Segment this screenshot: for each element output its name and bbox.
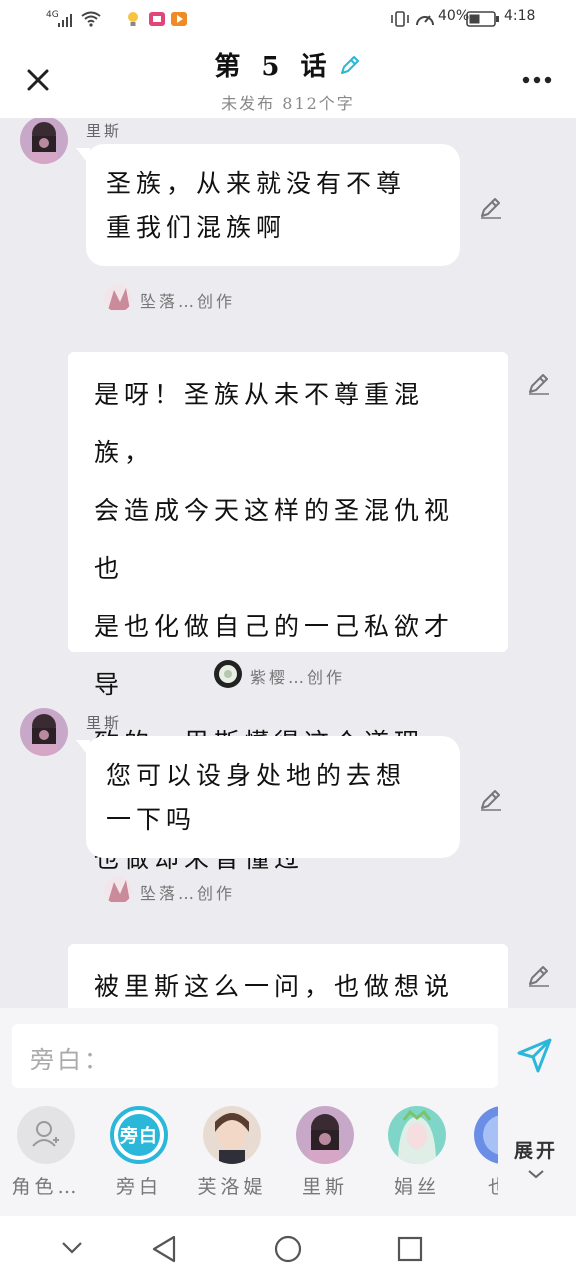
- character-name: 芙洛媞: [197, 1176, 267, 1198]
- narration-line: 是也化做自己的一己私欲才导: [94, 612, 455, 699]
- chapter-title[interactable]: 第 5 话: [214, 46, 332, 83]
- narration-line: 会造成今天这样的圣混仇视也: [94, 496, 455, 583]
- edit-title-icon[interactable]: [338, 53, 362, 77]
- vibrate-icon: [391, 11, 409, 27]
- narration-input[interactable]: 旁白：: [12, 1024, 498, 1088]
- character-avatar: [474, 1106, 498, 1164]
- character-name: 角色…: [11, 1176, 81, 1198]
- message-bubble[interactable]: 您可以设身处地的去想 一下吗: [86, 736, 460, 858]
- video-app-icon: [171, 12, 187, 26]
- author-credit: 紫樱…创作: [250, 668, 346, 687]
- author-avatar: [214, 660, 242, 688]
- wifi-icon: [81, 11, 101, 27]
- character-avatar: [388, 1106, 446, 1164]
- character-avatar: [296, 1106, 354, 1164]
- character-add-role[interactable]: 角色…: [11, 1106, 81, 1199]
- top-bar: 4G 40% 4:18 第 5 话 未发布 812个字: [0, 0, 576, 118]
- character-name: 也: [474, 1172, 498, 1199]
- system-nav-bar: [0, 1216, 576, 1280]
- narrator-avatar: 旁白: [110, 1106, 168, 1164]
- author-credit: 坠落…创作: [140, 884, 236, 903]
- character-fuluoti[interactable]: 芙洛媞: [197, 1106, 267, 1199]
- app-notification-icon: [149, 12, 165, 26]
- character-name: 里斯: [301, 1176, 348, 1198]
- character-juansi[interactable]: 娟丝: [382, 1106, 452, 1199]
- chat-area[interactable]: 里斯 圣族，从来就没有不尊 重我们混族啊 坠落…创作 是呀！圣族从未不尊重混族，…: [0, 118, 576, 1008]
- author-avatar: [104, 876, 132, 904]
- signal-icon: [58, 14, 72, 27]
- character-avatar: [203, 1106, 261, 1164]
- narration-bubble[interactable]: 被里斯这么一问，也做想说什: [68, 944, 508, 1008]
- speaker-name: 里斯: [86, 714, 123, 732]
- recents-icon[interactable]: [397, 1236, 423, 1262]
- narrator-badge: 旁白: [120, 1126, 158, 1147]
- character-name: 旁白: [115, 1176, 162, 1198]
- battery-icon: [466, 11, 499, 27]
- author-avatar: [104, 284, 132, 312]
- edit-message-icon[interactable]: [478, 194, 504, 220]
- chevron-down-icon: [528, 1170, 544, 1179]
- narration-bubble[interactable]: 是呀！圣族从未不尊重混族， 会造成今天这样的圣混仇视也 是也化做自己的一己私欲才…: [68, 352, 508, 873]
- clock: 4:18: [504, 8, 536, 24]
- author-credit: 坠落…创作: [140, 292, 236, 311]
- avatar[interactable]: [20, 118, 68, 164]
- narration-line: 是呀！圣族从未不尊重混族，: [94, 380, 425, 467]
- narration-line: 被里斯这么一问，也做想说什: [94, 972, 455, 1001]
- home-icon[interactable]: [273, 1234, 303, 1264]
- composer: 旁白： 角色… 旁白 旁白 芙洛媞 里斯 娟丝 展开: [0, 1008, 576, 1216]
- character-name: 娟丝: [393, 1176, 440, 1198]
- word-count-status: 未发布 812个字: [221, 94, 355, 113]
- avatar[interactable]: [20, 708, 68, 756]
- bulb-icon: [128, 12, 138, 26]
- message-line: 重我们混族啊: [106, 213, 287, 242]
- character-lisi[interactable]: 里斯: [290, 1106, 360, 1199]
- expand-label: 展开: [514, 1140, 559, 1162]
- more-options-icon[interactable]: [522, 76, 552, 84]
- message-line: 圣族，从来就没有不尊: [106, 169, 407, 198]
- back-icon[interactable]: [150, 1234, 178, 1264]
- edit-message-icon[interactable]: [526, 962, 552, 988]
- speed-gauge-icon: [416, 15, 434, 26]
- edit-message-icon[interactable]: [526, 370, 552, 396]
- add-role-icon: [17, 1106, 75, 1164]
- message-line: 一下吗: [106, 805, 197, 834]
- send-icon[interactable]: [516, 1036, 554, 1074]
- hide-keyboard-icon[interactable]: [60, 1240, 84, 1256]
- character-narrator[interactable]: 旁白 旁白: [104, 1106, 174, 1199]
- message-line: 您可以设身处地的去想: [106, 761, 407, 790]
- expand-button[interactable]: 展开: [514, 1136, 558, 1185]
- message-bubble[interactable]: 圣族，从来就没有不尊 重我们混族啊: [86, 144, 460, 266]
- edit-message-icon[interactable]: [478, 786, 504, 812]
- character-ye[interactable]: 也: [474, 1106, 498, 1199]
- title-area: 第 5 话: [0, 46, 576, 83]
- battery-percent: 40%: [438, 8, 470, 24]
- speaker-name: 里斯: [86, 122, 123, 140]
